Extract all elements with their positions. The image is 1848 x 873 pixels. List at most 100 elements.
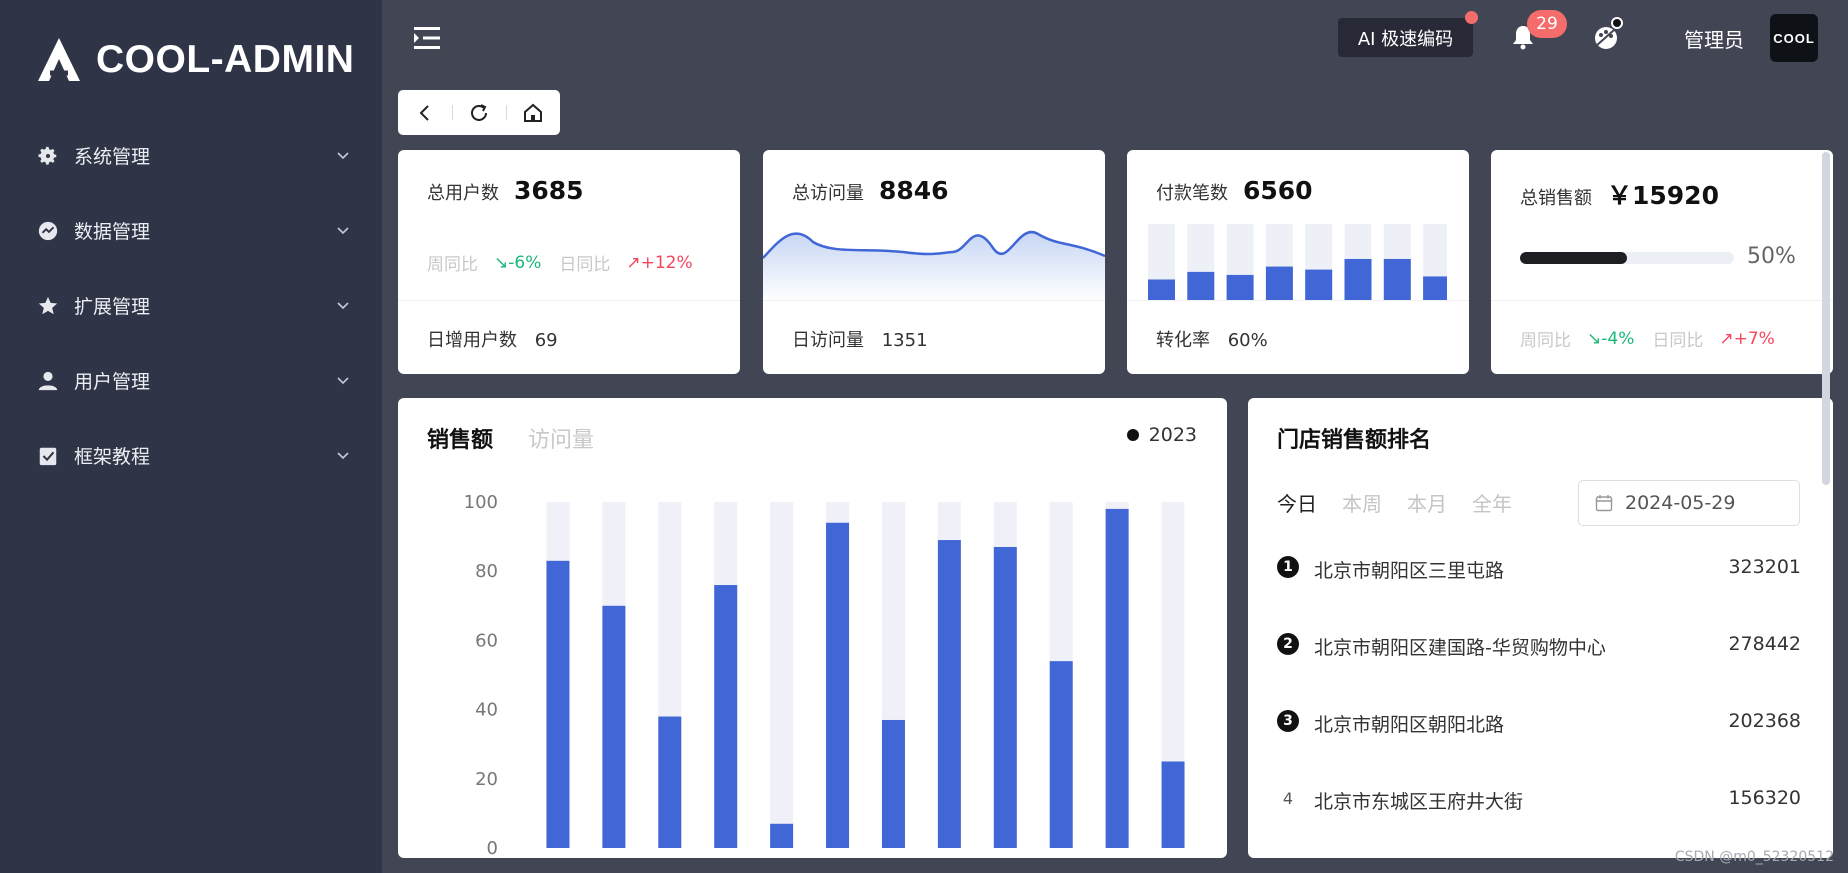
stat-value: ￥15920	[1607, 181, 1719, 210]
bar[interactable]	[658, 716, 682, 848]
chevron-down-icon	[337, 377, 349, 385]
chevron-down-icon	[337, 452, 349, 460]
rank-badge: 3	[1277, 710, 1299, 732]
ai-notice-dot	[1465, 11, 1478, 24]
back-button[interactable]	[398, 90, 452, 135]
stat-title: 总销售额	[1520, 188, 1592, 209]
y-tick-label: 20	[475, 769, 498, 790]
watermark: CSDN @m0_52320512	[1674, 849, 1834, 865]
refresh-button[interactable]	[452, 90, 506, 135]
sidebar: COOL-ADMIN 系统管理 数据管理 扩展管理 用户管理 框架教程	[0, 0, 382, 873]
tab-year[interactable]: 全年	[1472, 488, 1512, 517]
list-item[interactable]: 3 北京市朝阳区朝阳北路 202368	[1277, 702, 1801, 779]
stat-value: 8846	[879, 176, 949, 205]
payments-mini-bars	[1148, 224, 1447, 300]
list-item[interactable]: 1 北京市朝阳区三里屯路 323201	[1277, 548, 1801, 625]
chevron-down-icon	[337, 152, 349, 160]
stat-card-visits: 总访问量 8846 日访问量 1351	[763, 150, 1105, 374]
bar[interactable]	[1161, 761, 1185, 849]
arrow-left-icon	[419, 104, 429, 121]
bar[interactable]	[826, 522, 850, 848]
y-tick-label: 0	[487, 838, 498, 858]
divider	[398, 300, 740, 301]
bar[interactable]	[937, 540, 961, 848]
bar[interactable]	[881, 719, 905, 848]
ranking-tabs: 今日 本周 本月 全年	[1277, 488, 1537, 517]
store-name: 北京市朝阳区建国路-华贸购物中心	[1314, 637, 1606, 659]
stat-card-sales: 总销售额 ￥15920 50% 周同比 ↘-4% 日同比 ↗+7%	[1491, 150, 1833, 374]
date-picker[interactable]: 2024-05-29	[1578, 480, 1800, 526]
store-sales: 156320	[1728, 787, 1801, 809]
menu-fold-icon[interactable]	[412, 24, 442, 52]
y-tick-label: 60	[475, 630, 498, 651]
store-sales: 323201	[1728, 556, 1801, 578]
bar[interactable]	[993, 546, 1017, 848]
y-tick-label: 40	[475, 700, 498, 721]
sales-bar-chart: 0 20 40 60 80 100	[464, 492, 1185, 858]
theme-notice-dot	[1611, 17, 1623, 29]
home-button[interactable]	[506, 90, 560, 135]
visits-sparkline	[763, 230, 1105, 302]
sales-chart-card: 销售额 访问量 2023 0 20 40 60 80 100	[398, 398, 1227, 858]
store-name: 北京市朝阳区朝阳北路	[1314, 714, 1505, 736]
trend-row: 周同比 ↘-6% 日同比 ↗+12%	[427, 250, 693, 276]
bar[interactable]	[770, 823, 794, 848]
rank-badge: 4	[1282, 788, 1294, 808]
day-compare-value: ↗+7%	[1719, 328, 1775, 349]
foot-label: 日访问量	[792, 330, 864, 351]
sidebar-item-extension[interactable]: 扩展管理	[0, 268, 382, 343]
notification-badge: 29	[1527, 10, 1567, 38]
user-name[interactable]: 管理员	[1684, 24, 1744, 53]
brand-name: COOL-ADMIN	[96, 38, 355, 81]
bar[interactable]	[546, 560, 570, 848]
stat-card-payments: 付款笔数 6560 转化率 60%	[1127, 150, 1469, 374]
star-icon	[36, 294, 60, 318]
week-compare-value: ↘-6%	[494, 252, 542, 273]
stat-card-users: 总用户数 3685 周同比 ↘-6% 日同比 ↗+12% 日增用户数 69	[398, 150, 740, 374]
mini-bar	[1148, 279, 1175, 300]
week-compare-label: 周同比	[1520, 331, 1571, 351]
sales-progress-track	[1520, 252, 1734, 264]
bar[interactable]	[1105, 508, 1129, 848]
page-scrollbar[interactable]	[1822, 152, 1830, 485]
chevron-down-icon	[337, 302, 349, 310]
mini-bar	[1226, 274, 1254, 300]
stat-title: 总访问量	[792, 183, 864, 204]
list-item[interactable]: 2 北京市朝阳区建国路-华贸购物中心 278442	[1277, 625, 1801, 702]
sidebar-item-tutorial[interactable]: 框架教程	[0, 418, 382, 493]
ai-coding-button[interactable]: AI 极速编码	[1338, 18, 1473, 57]
page-nav-toolbar	[398, 90, 560, 135]
day-compare-label: 日同比	[1652, 331, 1704, 351]
sales-progress-fill	[1520, 252, 1627, 264]
tab-month[interactable]: 本月	[1407, 488, 1447, 517]
y-tick-label: 80	[475, 561, 498, 582]
sidebar-menu: 系统管理 数据管理 扩展管理 用户管理 框架教程	[0, 118, 382, 493]
sidebar-item-data[interactable]: 数据管理	[0, 193, 382, 268]
logo[interactable]: COOL-ADMIN	[34, 32, 354, 88]
logo-icon	[38, 38, 80, 81]
store-sales: 202368	[1728, 710, 1801, 732]
date-value: 2024-05-29	[1625, 492, 1736, 514]
sidebar-item-system[interactable]: 系统管理	[0, 118, 382, 193]
list-item[interactable]: 4 北京市东城区王府井大街 156320	[1277, 779, 1801, 856]
gear-icon	[36, 144, 60, 168]
bar[interactable]	[714, 585, 738, 848]
bar[interactable]	[602, 605, 626, 848]
store-name: 北京市东城区王府井大街	[1314, 791, 1524, 813]
sidebar-item-users[interactable]: 用户管理	[0, 343, 382, 418]
tab-today[interactable]: 今日	[1277, 488, 1317, 517]
sidebar-item-label: 框架教程	[74, 446, 151, 468]
week-compare-label: 周同比	[427, 255, 478, 275]
foot-value: 60%	[1227, 330, 1268, 351]
avatar[interactable]: COOL	[1770, 14, 1818, 62]
sidebar-item-label: 扩展管理	[74, 296, 151, 318]
rank-badge: 1	[1277, 556, 1299, 578]
mini-bar	[1305, 269, 1333, 300]
day-compare-value: ↗+12%	[626, 252, 693, 273]
store-ranking-card: 门店销售额排名 今日 本周 本月 全年 2024-05-29 1 北京市朝阳区三…	[1248, 398, 1833, 858]
mini-bar	[1344, 258, 1372, 300]
mini-bar	[1423, 276, 1447, 300]
chart-icon	[36, 219, 60, 243]
tab-week[interactable]: 本周	[1342, 488, 1382, 517]
bar[interactable]	[1049, 661, 1073, 848]
